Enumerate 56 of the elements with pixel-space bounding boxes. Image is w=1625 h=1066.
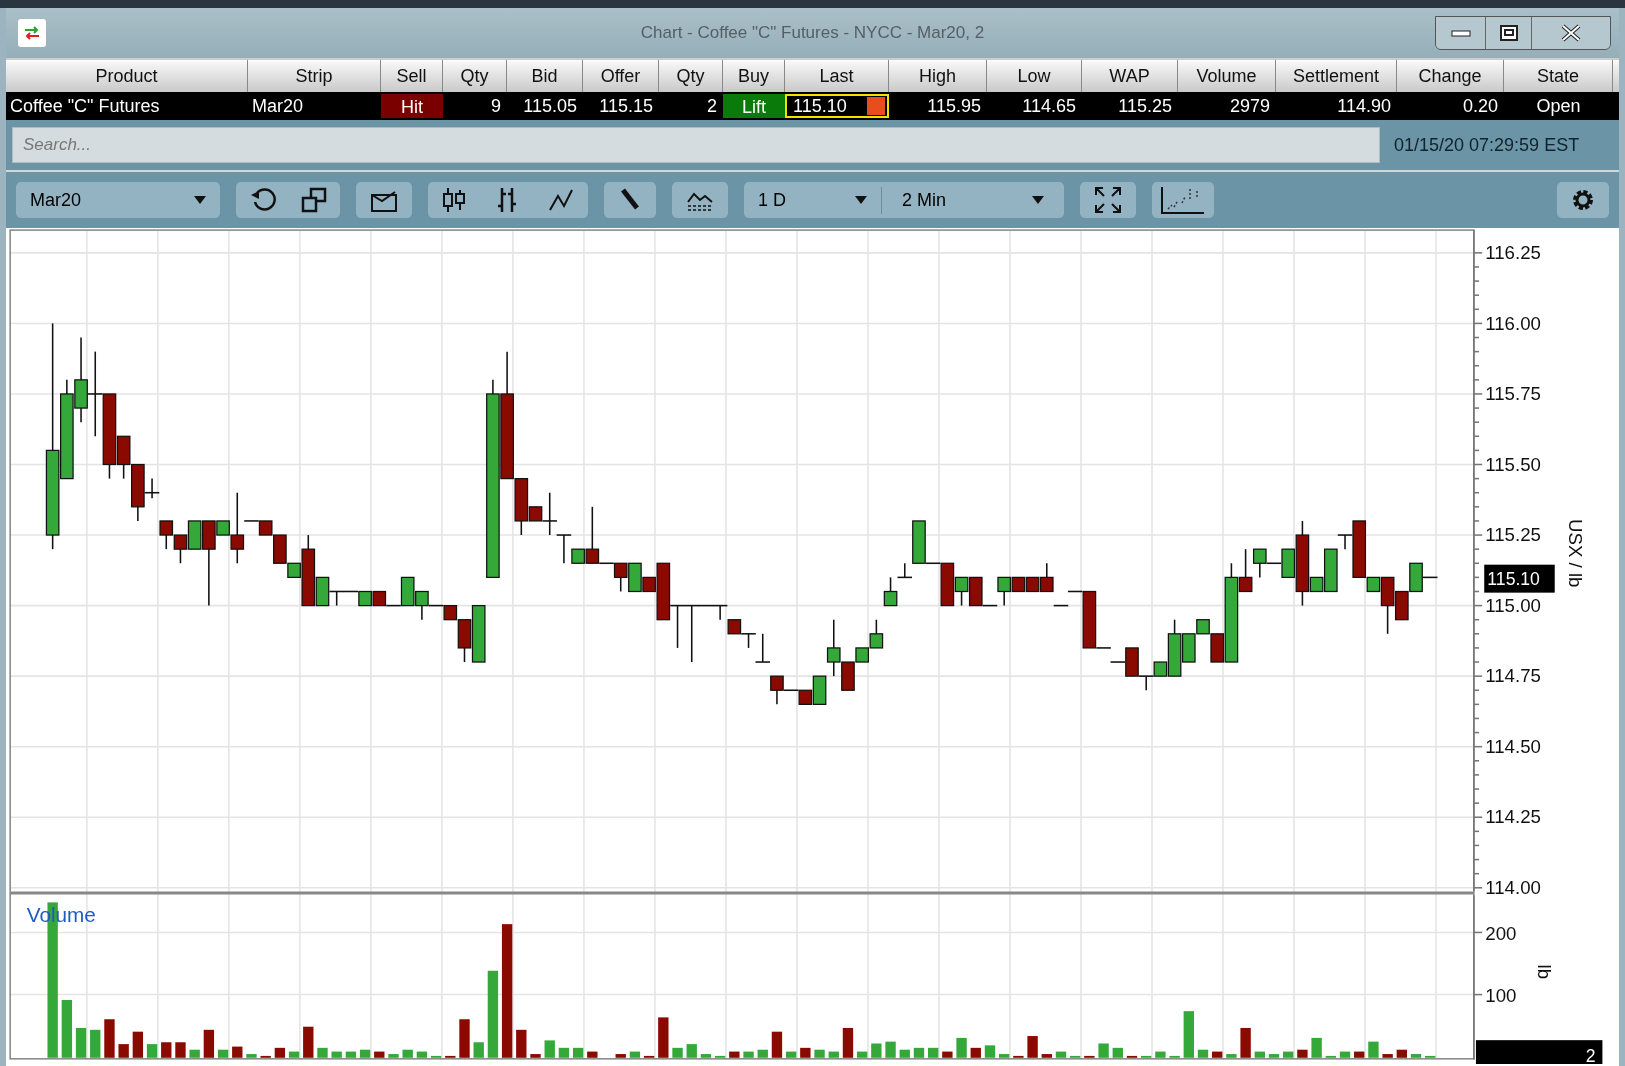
axis-label: 115.25 <box>1485 524 1541 546</box>
table-cell-text: 115.95 <box>926 94 982 118</box>
contract-dropdown[interactable]: Mar20 <box>16 182 220 218</box>
candlestick-icon[interactable] <box>442 186 466 214</box>
minimize-button[interactable] <box>1436 17 1486 49</box>
table-cell-text: 114.90 <box>1336 94 1392 118</box>
axis-label: 115.75 <box>1485 383 1541 405</box>
table-cell-text: Open <box>1535 94 1582 118</box>
axis-label: 114.50 <box>1485 735 1541 757</box>
axis-label: 115.50 <box>1485 453 1541 475</box>
caret-icon <box>1032 196 1044 204</box>
minimize-icon <box>1450 29 1471 37</box>
range-dropdown[interactable]: 1 D <box>744 186 882 214</box>
table-cell-text: 115.05 <box>522 94 578 118</box>
windows-icon[interactable] <box>300 186 328 214</box>
axis-label: 114.00 <box>1485 877 1541 898</box>
lift-button[interactable]: Lift <box>723 94 785 118</box>
caret-icon <box>855 196 867 204</box>
app-icon <box>18 19 46 47</box>
table-cell-text: 114.65 <box>1021 94 1077 118</box>
table-cell-text: 0.20 <box>1461 94 1499 118</box>
axis-label: 115.00 <box>1485 594 1541 616</box>
close-icon <box>1560 24 1582 42</box>
hit-button[interactable]: Hit <box>381 94 443 118</box>
last-volume-marker: 2 <box>1475 1040 1603 1064</box>
table-cell-text: 9 <box>490 94 502 118</box>
table-cell-text: Coffee "C" Futures <box>9 94 161 118</box>
ohlc-bars-icon[interactable] <box>496 186 518 214</box>
last-price: 115.10 <box>793 94 847 118</box>
search-field[interactable]: Search... <box>12 127 1380 163</box>
table-cell-text: 2979 <box>1228 94 1271 118</box>
settings-icon[interactable] <box>1570 187 1596 213</box>
window-title: Chart - Coffee "C" Futures - NYCC - Mar20, 2 <box>639 22 986 45</box>
axis-title: USX / lb <box>1565 519 1587 588</box>
table-cell-text: 2 <box>706 94 718 118</box>
scatter-chart-icon[interactable] <box>1160 185 1206 215</box>
table-cell-text: 115.15 <box>598 94 654 118</box>
tick-indicator-icon <box>867 97 885 115</box>
line-chart-icon[interactable] <box>548 188 574 212</box>
caret-icon <box>194 196 206 204</box>
axis-label: 100 <box>1485 984 1517 1006</box>
maximize-icon <box>1498 24 1519 42</box>
timestamp: 01/15/20 07:29:59 EST <box>1394 133 1580 157</box>
axis-label: 116.25 <box>1485 242 1541 264</box>
table-cell-text: Mar20 <box>251 94 305 118</box>
expand-icon[interactable] <box>1094 186 1122 214</box>
axis-label: 114.75 <box>1485 665 1541 687</box>
table-cell-text: 115.25 <box>1117 94 1173 118</box>
axis-label: 200 <box>1485 922 1517 944</box>
axis-title: lb <box>1534 964 1556 980</box>
interval-dropdown[interactable]: 2 Min <box>882 186 1064 214</box>
last-price-marker: 115.10 <box>1484 564 1555 593</box>
axis-label: 116.00 <box>1485 312 1541 334</box>
close-button[interactable] <box>1532 17 1610 49</box>
axis-label: 114.25 <box>1485 806 1541 828</box>
maximize-button[interactable] <box>1486 17 1532 49</box>
